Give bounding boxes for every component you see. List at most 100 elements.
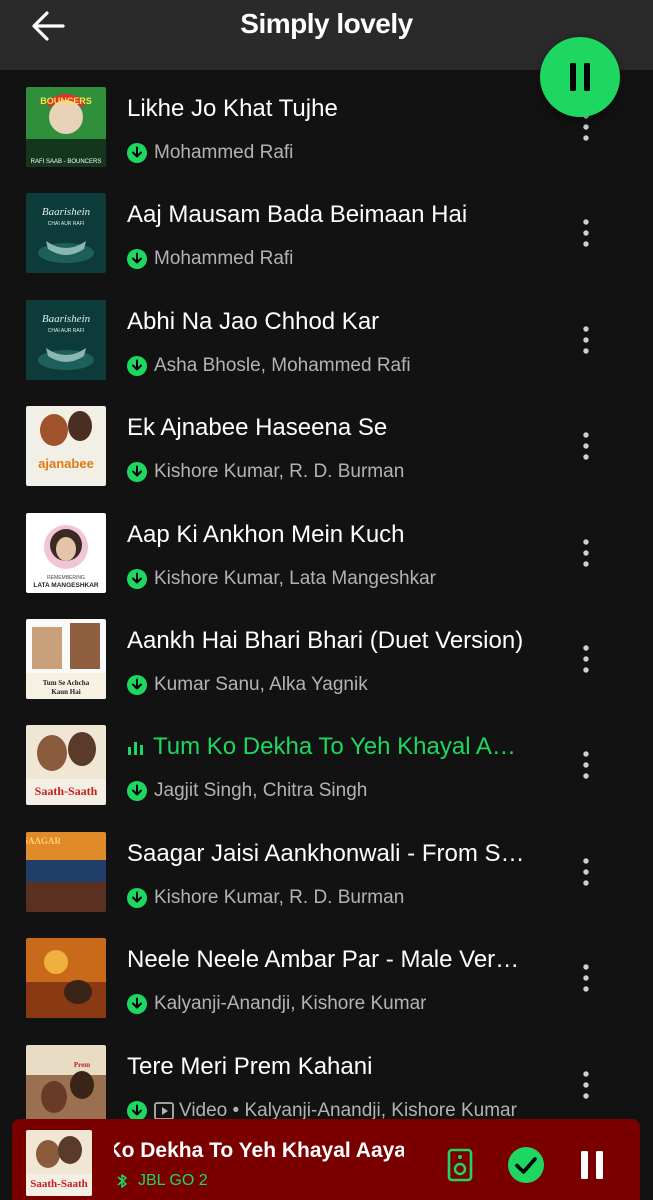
more-vertical-icon	[583, 858, 589, 886]
more-options-button[interactable]	[566, 320, 606, 360]
svg-text:Prem: Prem	[74, 1061, 90, 1069]
more-options-button[interactable]	[566, 533, 606, 573]
download-icon	[127, 568, 147, 589]
track-cover: Baarishein CHAI AUR RAFI	[26, 193, 106, 274]
mini-player-title: Tum Ko Dekha To Yeh Khayal Aaya	[114, 1139, 404, 1162]
track-artists: Kalyanji-Anandji, Kishore Kumar	[154, 993, 427, 1015]
download-icon	[127, 355, 147, 376]
track-title-text: Saagar Jaisi Aankhonwali - From Saagar	[127, 839, 527, 867]
mini-player-cover: Saath-Saath	[26, 1130, 92, 1196]
track-cover: Saath-Saath	[26, 725, 106, 806]
track-title: Ek Ajnabee Haseena Se	[127, 414, 527, 442]
check-icon	[508, 1147, 544, 1183]
mini-player[interactable]: Saath-Saath Tum Ko Dekha To Yeh Khayal A…	[12, 1119, 640, 1200]
svg-text:ajanabee: ajanabee	[38, 456, 94, 471]
track-row[interactable]: ajanabee Ek Ajnabee Haseena Se Kishore Kum…	[0, 406, 653, 512]
download-icon	[127, 143, 147, 163]
track-title: Saagar Jaisi Aankhonwali - From Saagar	[127, 840, 527, 868]
track-subtitle: Kishore Kumar, R. D. Burman	[127, 886, 527, 910]
more-options-button[interactable]	[566, 958, 606, 998]
more-vertical-icon	[583, 645, 589, 673]
track-artists: Kishore Kumar, R. D. Burman	[154, 886, 405, 908]
track-row[interactable]: Baarishein CHAI AUR RAFI Abhi Na Jao Chhod…	[0, 299, 653, 406]
track-row[interactable]: REMEMBERING LATA MANGESHKAR Aap Ki Ankhon …	[0, 512, 653, 619]
more-options-button[interactable]	[566, 745, 606, 785]
more-vertical-icon	[583, 432, 589, 460]
track-row[interactable]: Tum Se Achcha Kaun Hai Aankh Hai Bhari Bha…	[0, 619, 653, 725]
saved-button[interactable]	[506, 1145, 546, 1185]
svg-text:Kaun Hai: Kaun Hai	[51, 688, 80, 696]
pause-button[interactable]	[540, 37, 620, 117]
track-subtitle: Jagjit Singh, Chitra Singh	[127, 779, 527, 803]
mini-pause-button[interactable]	[572, 1145, 612, 1185]
track-title-text: Tere Meri Prem Kahani	[127, 1052, 373, 1080]
svg-text:CHAI AUR RAFI: CHAI AUR RAFI	[48, 221, 84, 227]
track-title: Aankh Hai Bhari Bhari (Duet Version)	[127, 627, 527, 655]
video-icon	[154, 1101, 174, 1120]
track-subtitle: Mohammed Rafi	[127, 141, 527, 165]
track-title: Likhe Jo Khat Tujhe	[127, 95, 527, 123]
track-title: Neele Neele Ambar Par - Male Version	[127, 946, 527, 974]
download-icon	[127, 994, 147, 1015]
track-title-text: Aaj Mausam Bada Beimaan Hai	[127, 201, 468, 229]
device-button[interactable]	[440, 1145, 480, 1185]
track-subtitle: Kishore Kumar, Lata Mangeshkar	[127, 567, 527, 591]
more-options-button[interactable]	[566, 426, 606, 466]
more-vertical-icon	[583, 1070, 589, 1099]
track-title: Abhi Na Jao Chhod Kar	[127, 308, 527, 336]
track-subtitle: Kalyanji-Anandji, Kishore Kumar	[127, 992, 527, 1016]
track-artists: Mohammed Rafi	[154, 142, 294, 163]
track-subtitle: Kumar Sanu, Alka Yagnik	[127, 673, 527, 697]
svg-text:RAFI SAAB - BOUNCERS: RAFI SAAB - BOUNCERS	[31, 159, 102, 165]
page-title: Simply lovely	[240, 8, 413, 39]
device-name: JBL GO 2	[138, 1172, 208, 1189]
svg-text:BOUNCERS: BOUNCERS	[40, 96, 92, 106]
download-icon	[127, 1100, 147, 1121]
track-title-text: Aankh Hai Bhari Bhari (Duet Version)	[127, 627, 524, 654]
track-title-text: Ek Ajnabee Haseena Se	[127, 414, 388, 442]
track-title: Aap Ki Ankhon Mein Kuch	[127, 521, 527, 549]
svg-text:CHAI AUR RAFI: CHAI AUR RAFI	[48, 328, 84, 334]
track-subtitle: Asha Bhosle, Mohammed Rafi	[127, 354, 527, 378]
more-options-button[interactable]	[566, 639, 606, 679]
track-row[interactable]: SAAGAR Saagar Jaisi Aankhonwali - From Sa…	[0, 831, 653, 938]
track-cover: Baarishein CHAI AUR RAFI	[26, 299, 106, 380]
pause-icon	[570, 63, 590, 91]
track-row[interactable]: Baarishein CHAI AUR RAFI Aaj Mausam Bada B…	[0, 193, 653, 299]
svg-text:Saath-Saath: Saath-Saath	[35, 784, 98, 798]
track-title: Tum Ko Dekha To Yeh Khayal Aaya	[127, 733, 527, 761]
connected-device[interactable]: JBL GO 2	[116, 1172, 208, 1190]
more-options-button[interactable]	[566, 213, 606, 253]
track-cover: Prem	[26, 1044, 106, 1125]
track-cover: BOUNCERS RAFI SAAB - BOUNCERS	[26, 87, 106, 167]
track-artists: Mohammed Rafi	[154, 248, 294, 270]
track-title: Aaj Mausam Bada Beimaan Hai	[127, 201, 527, 229]
more-options-button[interactable]	[566, 852, 606, 892]
track-artists: Jagjit Singh, Chitra Singh	[154, 780, 368, 802]
more-options-button[interactable]	[566, 1065, 606, 1105]
track-artists: Kishore Kumar, Lata Mangeshkar	[154, 567, 436, 589]
download-icon	[127, 675, 147, 695]
track-artists: Asha Bhosle, Mohammed Rafi	[154, 354, 411, 376]
svg-text:Saath-Saath: Saath-Saath	[30, 1178, 87, 1190]
track-artists: Kumar Sanu, Alka Yagnik	[154, 674, 368, 695]
track-cover	[26, 938, 106, 1019]
track-title: Tere Meri Prem Kahani	[127, 1053, 527, 1081]
svg-text:REMEMBERING: REMEMBERING	[47, 575, 85, 581]
more-vertical-icon	[583, 326, 589, 354]
track-cover: Tum Se Achcha Kaun Hai	[26, 619, 106, 699]
download-icon	[127, 249, 147, 270]
more-vertical-icon	[583, 751, 589, 780]
track-row[interactable]: Saath-Saath Tum Ko Dekha To Yeh Khayal Aa…	[0, 725, 653, 831]
svg-text:SAAGAR: SAAGAR	[26, 836, 61, 846]
svg-text:Baarishein: Baarishein	[42, 313, 91, 325]
track-subtitle: Kishore Kumar, R. D. Burman	[127, 460, 527, 484]
track-cover: REMEMBERING LATA MANGESHKAR	[26, 512, 106, 593]
bluetooth-icon	[117, 1174, 127, 1188]
track-subtitle: Mohammed Rafi	[127, 247, 527, 271]
track-row[interactable]: Neele Neele Ambar Par - Male Version Kaly…	[0, 938, 653, 1044]
track-title-text: Abhi Na Jao Chhod Kar	[127, 307, 380, 335]
track-artists: Kishore Kumar, R. D. Burman	[154, 461, 405, 483]
equalizer-icon	[127, 739, 145, 757]
track-title-text: Neele Neele Ambar Par - Male Version	[127, 946, 527, 974]
